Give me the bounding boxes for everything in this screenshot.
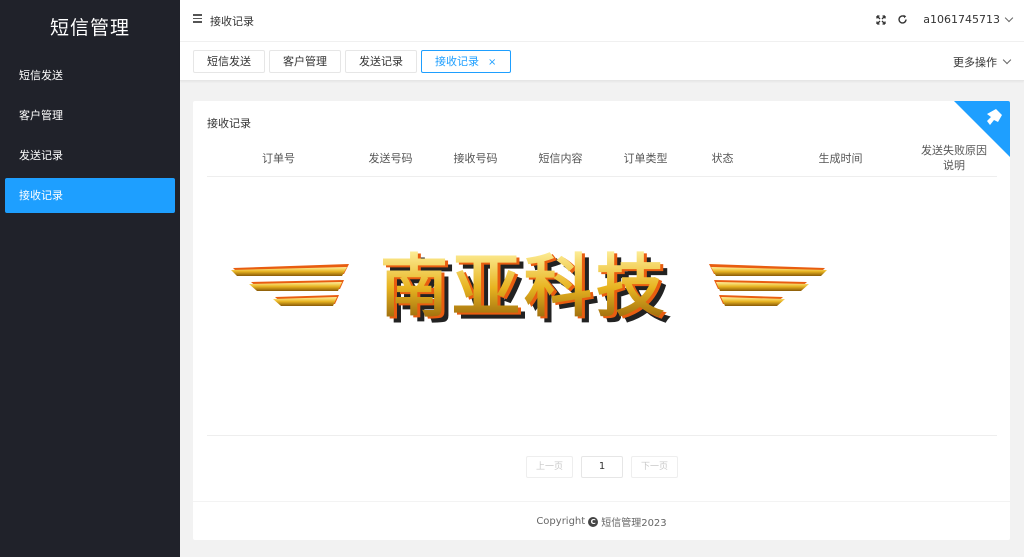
pagination: 上一页 1 下一页 xyxy=(526,456,679,478)
tab-label: 接收记录 xyxy=(435,55,479,68)
top-header: 接收记录 a1061745713 xyxy=(180,0,1024,42)
column-header: 订单号 xyxy=(262,151,295,165)
more-operations-label: 更多操作 xyxy=(953,56,997,69)
tab-sms-send[interactable]: 短信发送 xyxy=(193,50,265,73)
tab-customers[interactable]: 客户管理 xyxy=(269,50,341,73)
copyright-icon: C xyxy=(588,516,599,527)
sidebar: 短信管理 短信发送 客户管理 发送记录 接收记录 xyxy=(0,0,180,557)
records-card: 接收记录 订单号 发送号码 接收号码 短信内容 订单类型 状态 生成时间 发送失… xyxy=(193,101,1010,540)
tab-receive-records[interactable]: 接收记录 × xyxy=(421,50,512,73)
tab-send-records[interactable]: 发送记录 xyxy=(345,50,417,73)
tab-bar: 短信发送 客户管理 发送记录 接收记录 × 更多操作 xyxy=(180,42,1024,81)
table-bottom-divider xyxy=(207,435,997,436)
footer-divider xyxy=(193,501,1010,502)
username: a1061745713 xyxy=(923,13,1000,26)
company-banner: 南亚科技 南亚科技 南亚科技 xyxy=(231,248,827,324)
column-header: 发送失败原因说明 xyxy=(921,144,987,172)
tabs: 短信发送 客户管理 发送记录 接收记录 × xyxy=(193,50,512,73)
refresh-icon[interactable] xyxy=(896,14,908,26)
chevron-down-icon xyxy=(1002,55,1012,65)
chevron-down-icon xyxy=(1004,13,1014,22)
sidebar-item-receive-records[interactable]: 接收记录 xyxy=(5,178,175,213)
footer: Copyright C 短信管理2023 xyxy=(193,514,1010,529)
user-menu[interactable]: a1061745713 xyxy=(923,13,1014,26)
footer-text: 短信管理2023 xyxy=(601,518,667,529)
app-title: 短信管理 xyxy=(49,17,130,39)
fullscreen-icon[interactable] xyxy=(875,14,887,26)
next-page-button[interactable]: 下一页 xyxy=(631,456,679,478)
prev-page-button[interactable]: 上一页 xyxy=(526,456,574,478)
column-header: 接收号码 xyxy=(453,151,498,165)
column-header: 生成时间 xyxy=(818,151,863,165)
close-icon[interactable]: × xyxy=(488,57,496,68)
more-operations-dropdown[interactable]: 更多操作 xyxy=(953,54,1012,70)
column-header: 发送号码 xyxy=(368,151,413,165)
menu-icon[interactable] xyxy=(193,14,203,24)
sidebar-item-send-records[interactable]: 发送记录 xyxy=(0,136,180,176)
column-header: 状态 xyxy=(711,151,734,165)
breadcrumb: 接收记录 xyxy=(210,15,254,28)
table-header: 订单号 发送号码 接收号码 短信内容 订单类型 状态 生成时间 发送失败原因说明 xyxy=(207,139,997,177)
sidebar-item-sms-send[interactable]: 短信发送 xyxy=(0,56,180,96)
sidebar-nav: 短信发送 客户管理 发送记录 接收记录 xyxy=(0,56,180,213)
card-title: 接收记录 xyxy=(207,117,251,130)
column-header: 订单类型 xyxy=(623,151,668,165)
header-right: a1061745713 xyxy=(875,13,1014,26)
page-number-input[interactable]: 1 xyxy=(581,456,624,478)
copyright-label: Copyright xyxy=(536,516,586,527)
right-wing-icon xyxy=(709,264,827,306)
banner-text: 南亚科技 xyxy=(380,248,668,324)
left-wing-icon xyxy=(231,264,349,306)
column-header: 短信内容 xyxy=(538,151,583,165)
sidebar-item-customers[interactable]: 客户管理 xyxy=(0,96,180,136)
